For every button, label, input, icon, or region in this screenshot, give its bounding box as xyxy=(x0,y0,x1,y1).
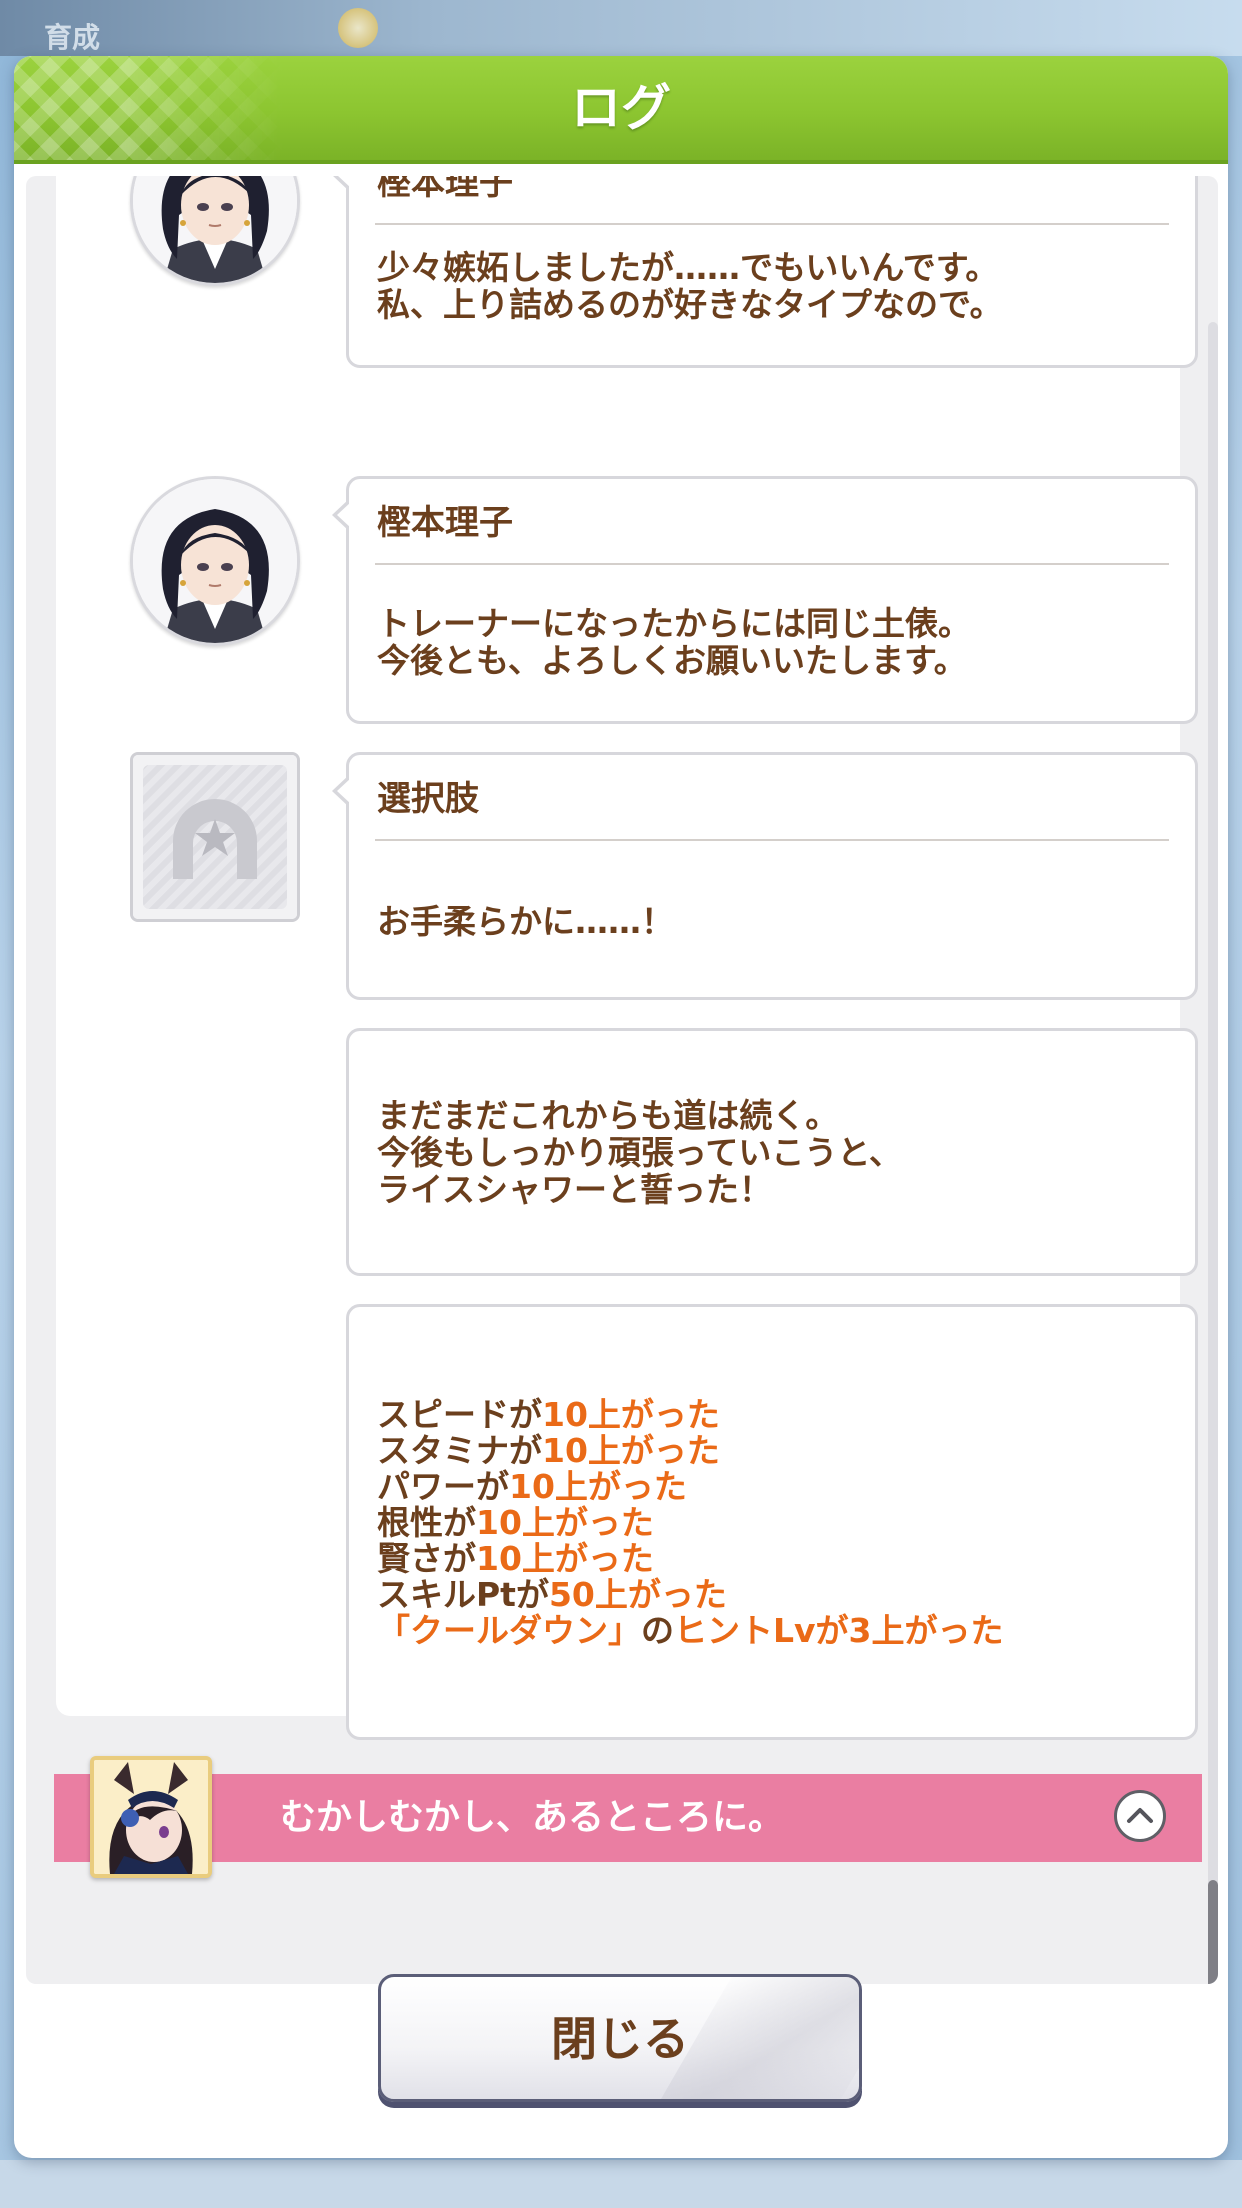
log-entry-2: 樫本理子 トレーナーになったからには同じ土俵。 今後とも、よろしくお願いいたしま… xyxy=(332,476,1198,724)
story-chapter-bar[interactable]: むかしむかし、あるところに。 xyxy=(54,1774,1202,1862)
horseshoe-star-icon xyxy=(130,752,300,922)
background-top-bar: 育成 xyxy=(0,0,1242,56)
result-label: スタミナが xyxy=(377,1431,542,1470)
bubble-divider xyxy=(375,839,1169,841)
hint-skill-name: 「クールダウン」 xyxy=(377,1611,641,1650)
rice-shower-portrait-icon xyxy=(90,1756,212,1878)
result-line: スタミナが10上がった xyxy=(377,1433,720,1469)
log-entry-narration: まだまだこれからも道は続く。 今後もしっかり頑張っていこうと、 ライスシャワーと… xyxy=(346,1028,1198,1276)
result-label: 根性が xyxy=(377,1503,476,1542)
log-entry-1: 樫本理子 少々嫉妬しましたが……でもいいんです。 私、上り詰めるのが好きなタイプ… xyxy=(332,176,1198,368)
hint-connector: の xyxy=(641,1611,674,1650)
scrollbar-track[interactable] xyxy=(1208,322,1218,1984)
result-value: 10上がった xyxy=(542,1395,720,1434)
result-value: 50上がった xyxy=(548,1575,727,1614)
riko-avatar-icon xyxy=(130,176,300,286)
hint-value: ヒントLvが3上がった xyxy=(674,1611,1004,1650)
log-entry-choice: 選択肢 お手柔らかに……！ xyxy=(332,752,1198,1000)
background-bottom-bar xyxy=(0,2160,1242,2208)
result-value: 10上がった xyxy=(509,1467,687,1506)
log-scroll-area[interactable]: 樫本理子 少々嫉妬しましたが……でもいいんです。 私、上り詰めるのが好きなタイプ… xyxy=(26,176,1218,1984)
result-line: 賢さが10上がった xyxy=(377,1541,654,1577)
close-button[interactable]: 閉じる xyxy=(378,1974,862,2102)
speaker-name: 選択肢 xyxy=(377,779,479,819)
hint-result-line: 「クールダウン」のヒントLvが3上がった xyxy=(377,1613,1004,1649)
dialogue-text: 少々嫉妬しましたが……でもいいんです。 私、上り詰めるのが好きなタイプなので。 xyxy=(377,248,1003,324)
speaker-name: 樫本理子 xyxy=(377,176,513,203)
result-line: パワーが10上がった xyxy=(377,1469,687,1505)
dialog-title: ログ xyxy=(571,79,671,137)
result-value: 10上がった xyxy=(476,1503,654,1542)
speaker-name: 樫本理子 xyxy=(377,503,513,543)
riko-avatar-icon xyxy=(130,476,300,646)
result-line: スピードが10上がった xyxy=(377,1397,720,1433)
close-button-label: 閉じる xyxy=(551,2012,689,2066)
result-line: スキルPtが50上がった xyxy=(377,1577,727,1613)
dialogue-text: トレーナーになったからには同じ土俵。 今後とも、よろしくお願いいたします。 xyxy=(377,604,971,680)
dialog-header: ログ xyxy=(14,56,1228,164)
coin-icon xyxy=(338,8,378,48)
choice-text: お手柔らかに……！ xyxy=(377,902,674,941)
bubble-divider xyxy=(375,223,1169,225)
result-line: 根性が10上がった xyxy=(377,1505,654,1541)
background-tab-label: 育成 xyxy=(44,21,101,54)
narration-text: まだまだこれからも道は続く。 今後もしっかり頑張っていこうと、 ライスシャワーと… xyxy=(377,1096,903,1209)
result-label: スピードが xyxy=(377,1395,542,1434)
bubble-divider xyxy=(375,563,1169,565)
collapse-toggle-button[interactable] xyxy=(1114,1790,1166,1842)
result-label: スキルPtが xyxy=(377,1575,549,1614)
result-label: パワーが xyxy=(377,1467,509,1506)
story-chapter-title: むかしむかし、あるところに。 xyxy=(280,1797,785,1838)
log-entry-results: スピードが10上がった スタミナが10上がった パワーが10上がった 根性が10… xyxy=(346,1304,1198,1740)
result-value: 10上がった xyxy=(542,1431,720,1470)
log-dialog: ログ 樫本理子 少々嫉妬しましたが……でもいいんです。 私、上り詰めるのが好きな… xyxy=(14,56,1228,2158)
chevron-up-icon xyxy=(1127,1808,1153,1823)
result-value: 10上がった xyxy=(476,1539,654,1578)
scrollbar-thumb[interactable] xyxy=(1208,1880,1218,1984)
result-label: 賢さが xyxy=(377,1539,476,1578)
log-panel: 樫本理子 少々嫉妬しましたが……でもいいんです。 私、上り詰めるのが好きなタイプ… xyxy=(56,176,1198,1740)
